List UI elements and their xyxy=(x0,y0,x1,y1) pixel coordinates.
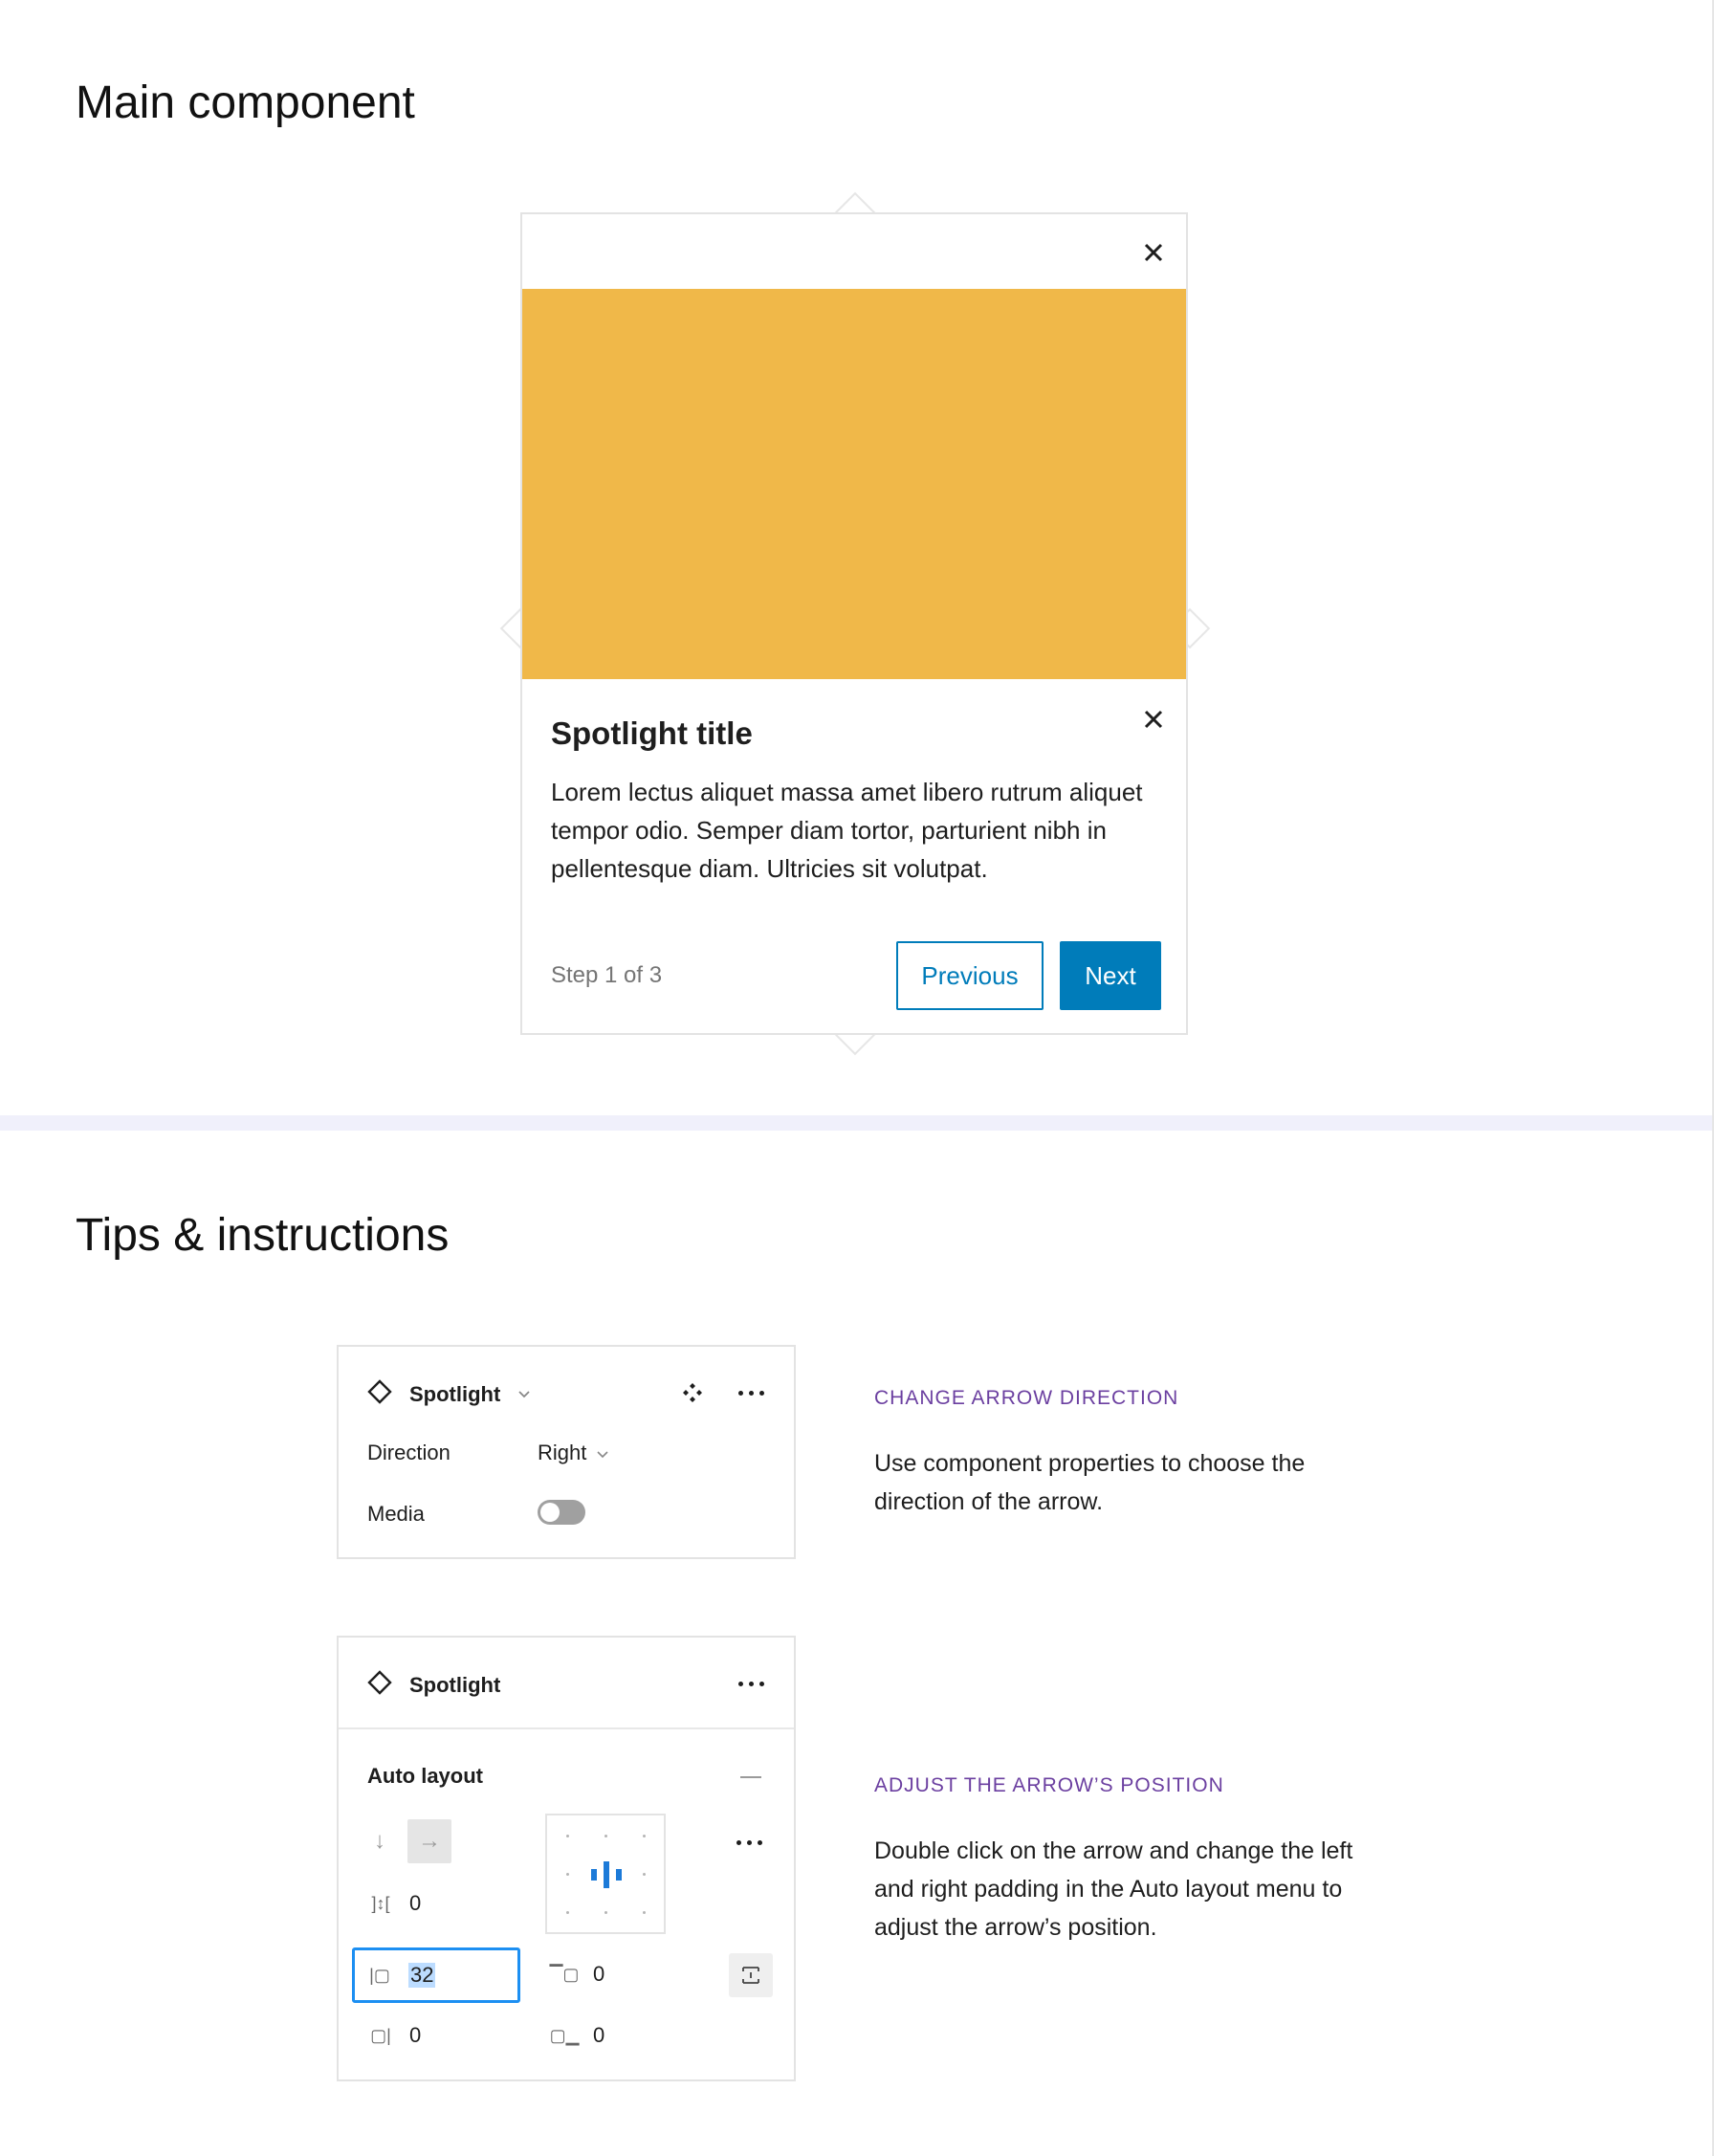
component-diamond-icon xyxy=(367,1670,392,1700)
remove-auto-layout-icon[interactable] xyxy=(740,1776,761,1778)
direction-value: Right xyxy=(538,1441,587,1464)
direction-label: Direction xyxy=(367,1441,450,1464)
alignment-grid[interactable] xyxy=(545,1814,666,1934)
padding-bottom-icon: ▢▁ xyxy=(549,2025,580,2045)
next-button[interactable]: Next xyxy=(1060,941,1161,1010)
padding-left-icon: |▢ xyxy=(369,1965,390,1985)
padding-bottom-field[interactable]: ▢▁ 0 xyxy=(549,2022,605,2049)
tip-kicker: CHANGE ARROW DIRECTION xyxy=(874,1387,1179,1409)
media-label: Media xyxy=(367,1502,425,1526)
padding-top-value: 0 xyxy=(593,1962,605,1986)
more-options-icon[interactable] xyxy=(738,1682,764,1686)
padding-left-field[interactable]: |▢ 32 xyxy=(352,1947,520,2003)
padding-left-value: 32 xyxy=(408,1963,436,1988)
auto-layout-panel: Spotlight Auto layout ↓ → ]↕[ 0 |▢ 32 ▔▢… xyxy=(337,1636,796,2081)
main-component-heading: Main component xyxy=(76,77,415,128)
tip-kicker: ADJUST THE ARROW’S POSITION xyxy=(874,1774,1224,1796)
padding-right-icon: ▢| xyxy=(370,2025,391,2045)
component-variants-icon[interactable] xyxy=(681,1381,704,1409)
tip-text: Double click on the arrow and change the… xyxy=(874,1837,1353,1941)
advanced-options-icon[interactable] xyxy=(736,1840,762,1845)
step-counter: Step 1 of 3 xyxy=(551,962,663,988)
panel-divider xyxy=(339,1727,794,1729)
media-toggle[interactable] xyxy=(538,1500,585,1525)
spotlight-body: Lorem lectus aliquet massa amet libero r… xyxy=(551,778,1143,883)
section-divider xyxy=(0,1115,1712,1131)
padding-bottom-value: 0 xyxy=(593,2023,605,2047)
vertical-direction-icon[interactable]: ↓ xyxy=(358,1819,402,1863)
padding-top-field[interactable]: ▔▢ 0 xyxy=(549,1961,605,1988)
spotlight-card: Spotlight title Lorem lectus aliquet mas… xyxy=(520,212,1188,1035)
padding-right-field[interactable]: ▢| 0 xyxy=(367,2022,421,2049)
independent-padding-icon[interactable] xyxy=(729,1953,773,1997)
component-name: Spotlight xyxy=(409,1672,501,1697)
spacing-between-icon: ]↕[ xyxy=(371,1893,390,1913)
chevron-down-icon xyxy=(596,1441,609,1465)
spotlight-title: Spotlight title xyxy=(551,715,753,751)
media-placeholder xyxy=(522,289,1186,679)
component-name: Spotlight xyxy=(409,1381,501,1406)
tip-text: Use component properties to choose the d… xyxy=(874,1450,1306,1515)
auto-layout-label: Auto layout xyxy=(367,1764,483,1788)
component-diamond-icon xyxy=(367,1379,392,1409)
chevron-down-icon[interactable] xyxy=(517,1387,531,1402)
direction-select[interactable]: Right xyxy=(538,1441,609,1465)
spacing-value: 0 xyxy=(409,1891,422,1915)
padding-top-icon: ▔▢ xyxy=(549,1964,580,1984)
tips-heading: Tips & instructions xyxy=(76,1210,450,1261)
horizontal-direction-icon[interactable]: → xyxy=(407,1819,451,1863)
close-icon[interactable] xyxy=(1136,235,1171,270)
panel-header[interactable]: Spotlight xyxy=(367,1670,500,1700)
previous-button[interactable]: Previous xyxy=(896,941,1044,1010)
padding-right-value: 0 xyxy=(409,2023,422,2047)
panel-header[interactable]: Spotlight xyxy=(367,1379,531,1409)
close-icon[interactable] xyxy=(1136,702,1171,737)
more-options-icon[interactable] xyxy=(738,1391,764,1396)
spacing-field[interactable]: ]↕[ 0 xyxy=(367,1890,421,1917)
properties-panel: Spotlight Direction Right Media xyxy=(337,1345,796,1559)
align-center-icon xyxy=(591,1861,622,1888)
